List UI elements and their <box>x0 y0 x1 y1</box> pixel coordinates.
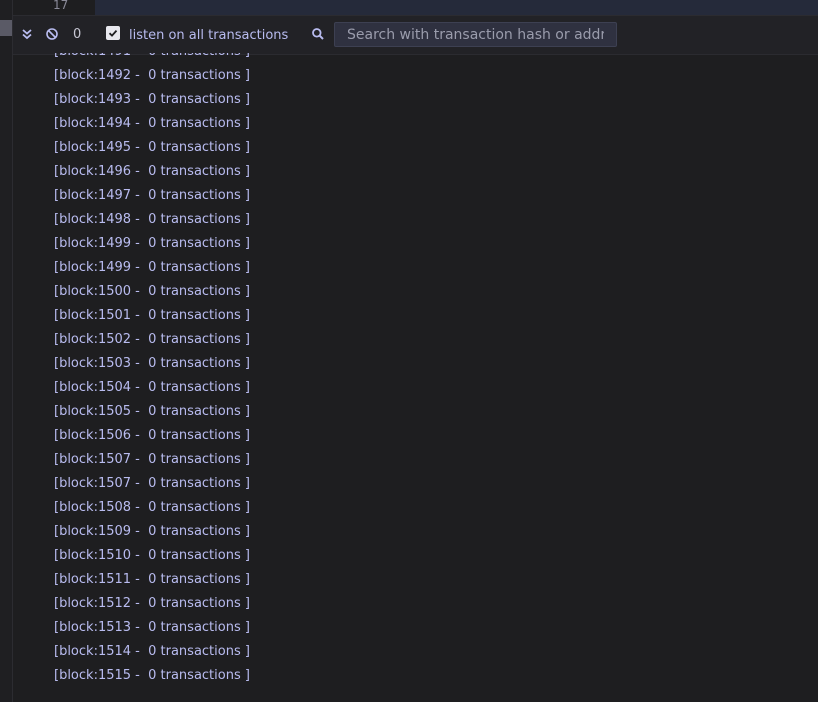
log-line: [block:1491 - 0 transactions ] <box>54 53 250 64</box>
double-chevron-down-icon[interactable] <box>20 27 34 41</box>
log-line: [block:1493 - 0 transactions ] <box>54 92 250 107</box>
editor-gutter: 17 <box>13 0 95 15</box>
log-line: [block:1492 - 0 transactions ] <box>54 68 250 83</box>
log-line: [block:1499 - 0 transactions ] <box>54 236 250 251</box>
line-number: 17 <box>53 0 69 12</box>
log-line: [block:1494 - 0 transactions ] <box>54 116 250 131</box>
log-line: [block:1496 - 0 transactions ] <box>54 164 250 179</box>
log-line: [block:1512 - 0 transactions ] <box>54 596 250 611</box>
log-line: [block:1515 - 0 transactions ] <box>54 668 250 683</box>
pending-count: 0 <box>73 27 82 42</box>
log-line: [block:1501 - 0 transactions ] <box>54 308 250 323</box>
log-line: [block:1498 - 0 transactions ] <box>54 212 250 227</box>
activity-rail <box>0 0 13 702</box>
terminal-toolbar: 0 listen on all transactions <box>13 15 818 55</box>
log-line: [block:1514 - 0 transactions ] <box>54 644 250 659</box>
log-line: [block:1507 - 0 transactions ] <box>54 452 250 467</box>
rail-active-marker <box>0 20 12 36</box>
log-line: [block:1508 - 0 transactions ] <box>54 500 250 515</box>
log-line: [block:1504 - 0 transactions ] <box>54 380 250 395</box>
log-line: [block:1497 - 0 transactions ] <box>54 188 250 203</box>
log-line: [block:1502 - 0 transactions ] <box>54 332 250 347</box>
log-line: [block:1499 - 0 transactions ] <box>54 260 250 275</box>
magnifier-icon <box>311 27 325 41</box>
log-line: [block:1500 - 0 transactions ] <box>54 284 250 299</box>
log-line: [block:1505 - 0 transactions ] <box>54 404 250 419</box>
terminal-panel: 17 0 listen on all transactions Search w… <box>0 0 818 702</box>
log-line: [block:1495 - 0 transactions ] <box>54 140 250 155</box>
editor-strip: 17 <box>13 0 818 15</box>
log-line: [block:1511 - 0 transactions ] <box>54 572 250 587</box>
log-list: [block:1491 - 0 transactions ] [block:149… <box>54 53 250 688</box>
search-input[interactable] <box>334 22 617 47</box>
editor-current-line[interactable] <box>95 0 818 15</box>
listen-label[interactable]: listen on all transactions <box>129 28 288 43</box>
terminal-output[interactable]: [block:1491 - 0 transactions ] [block:149… <box>54 53 794 702</box>
log-line: [block:1510 - 0 transactions ] <box>54 548 250 563</box>
log-line: [block:1506 - 0 transactions ] <box>54 428 250 443</box>
log-line: [block:1509 - 0 transactions ] <box>54 524 250 539</box>
log-line: [block:1503 - 0 transactions ] <box>54 356 250 371</box>
log-line: [block:1507 - 0 transactions ] <box>54 476 250 491</box>
listen-checkbox[interactable] <box>106 26 120 40</box>
prohibit-icon[interactable] <box>45 27 59 41</box>
log-line: [block:1513 - 0 transactions ] <box>54 620 250 635</box>
